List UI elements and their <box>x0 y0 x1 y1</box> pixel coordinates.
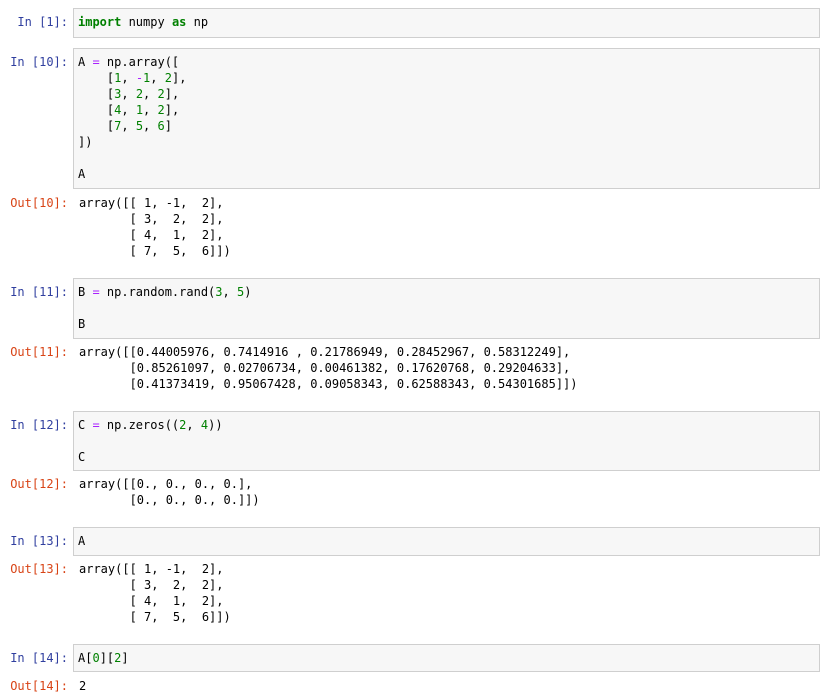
out-prompt: Out[11]: <box>10 345 68 359</box>
code-token: ] <box>164 119 172 133</box>
code-token: , <box>121 119 136 133</box>
code-line: import numpy as np <box>78 14 815 30</box>
code-line: [7, 5, 6] <box>78 118 815 134</box>
code-text: C = np.zeros((2, 4)) C <box>78 417 815 465</box>
cell-output: 2 <box>79 679 87 693</box>
notebook: In [1]: import numpy as np In [10]: A = … <box>0 0 831 700</box>
in-prompt: In [13]: <box>10 534 68 548</box>
code-token: 6 <box>157 119 165 133</box>
code-token: 1 <box>135 103 144 117</box>
code-token: - <box>135 71 144 85</box>
code-line: A <box>78 533 815 549</box>
in-prompt: In [11]: <box>10 285 68 299</box>
code-token: ], <box>164 103 180 117</box>
in-prompt: In [12]: <box>10 418 68 432</box>
code-token: numpy <box>121 15 172 29</box>
code-line: A = np.array([ <box>78 54 815 70</box>
in-prompt: In [10]: <box>10 55 68 69</box>
code-line: [3, 2, 2], <box>78 86 815 102</box>
code-token: ], <box>164 87 180 101</box>
code-token: 2 <box>157 87 165 101</box>
code-token: C <box>78 418 93 432</box>
code-token: np.zeros(( <box>99 418 180 432</box>
code-line: C = np.zeros((2, 4)) <box>78 417 815 433</box>
code-token: ) <box>244 285 252 299</box>
code-token: 2 <box>135 87 144 101</box>
code-token: , <box>143 119 158 133</box>
code-text: A[0][2] <box>78 650 815 666</box>
cell-output: array([[0.44005976, 0.7414916 , 0.217869… <box>79 345 578 391</box>
code-token: , <box>121 103 136 117</box>
code-line: A <box>78 166 815 182</box>
code-line: B = np.random.rand(3, 5) <box>78 284 815 300</box>
code-token: 2 <box>164 71 172 85</box>
code-token: 4 <box>200 418 209 432</box>
code-input-cell[interactable]: C = np.zeros((2, 4)) C <box>73 411 820 471</box>
code-input-cell[interactable]: B = np.random.rand(3, 5) B <box>73 278 820 339</box>
code-line: B <box>78 316 815 332</box>
code-token: , <box>186 418 201 432</box>
code-token: , <box>121 71 136 85</box>
code-token: ][ <box>99 651 115 665</box>
code-line: C <box>78 449 815 465</box>
code-line: [1, -1, 2], <box>78 70 815 86</box>
code-token: 0 <box>92 651 100 665</box>
code-token: A <box>78 534 86 548</box>
code-token: , <box>150 71 165 85</box>
code-token: B <box>78 285 93 299</box>
code-token: as <box>171 15 187 29</box>
code-token: , <box>121 87 136 101</box>
code-input-cell[interactable]: A[0][2] <box>73 644 820 672</box>
code-token: [ <box>78 119 115 133</box>
code-token: np.random.rand( <box>99 285 216 299</box>
code-line: [4, 1, 2], <box>78 102 815 118</box>
code-input-cell[interactable]: A = np.array([ [1, -1, 2], [3, 2, 2], [4… <box>73 48 820 189</box>
code-token: , <box>143 87 158 101</box>
code-token: A <box>78 55 93 69</box>
code-token: ], <box>171 71 187 85</box>
code-token: import <box>78 15 122 29</box>
code-token: A <box>78 167 86 181</box>
code-token: )) <box>208 418 223 432</box>
code-token: [ <box>78 103 115 117</box>
code-token: A[ <box>78 651 93 665</box>
code-token: 3 <box>215 285 223 299</box>
out-prompt: Out[13]: <box>10 562 68 576</box>
out-prompt: Out[14]: <box>10 679 68 693</box>
code-token: B <box>78 317 86 331</box>
cell-output: array([[0., 0., 0., 0.], [0., 0., 0., 0.… <box>79 477 260 507</box>
code-token: ]) <box>78 135 93 149</box>
code-token: = <box>92 418 100 432</box>
code-token: = <box>92 285 100 299</box>
code-token: [ <box>78 71 115 85</box>
code-text: B = np.random.rand(3, 5) B <box>78 284 815 332</box>
code-token: np.array([ <box>99 55 180 69</box>
code-token: ] <box>121 651 129 665</box>
code-token: 5 <box>135 119 144 133</box>
code-input-cell[interactable]: A <box>73 527 820 556</box>
code-line: ]) <box>78 134 815 150</box>
cell-output: array([[ 1, -1, 2], [ 3, 2, 2], [ 4, 1, … <box>79 562 231 624</box>
code-token: = <box>92 55 100 69</box>
code-text: A = np.array([ [1, -1, 2], [3, 2, 2], [4… <box>78 54 815 182</box>
code-token: , <box>143 103 158 117</box>
code-input-cell[interactable]: import numpy as np <box>73 8 820 38</box>
code-token: , <box>222 285 237 299</box>
cell-output: array([[ 1, -1, 2], [ 3, 2, 2], [ 4, 1, … <box>79 196 231 258</box>
code-token: C <box>78 450 86 464</box>
code-token: 2 <box>157 103 165 117</box>
in-prompt: In [1]: <box>17 15 68 29</box>
code-line: A[0][2] <box>78 650 815 666</box>
code-token: [ <box>78 87 115 101</box>
in-prompt: In [14]: <box>10 651 68 665</box>
out-prompt: Out[10]: <box>10 196 68 210</box>
code-text: import numpy as np <box>78 14 815 30</box>
code-token: np <box>186 15 209 29</box>
out-prompt: Out[12]: <box>10 477 68 491</box>
code-text: A <box>78 533 815 549</box>
